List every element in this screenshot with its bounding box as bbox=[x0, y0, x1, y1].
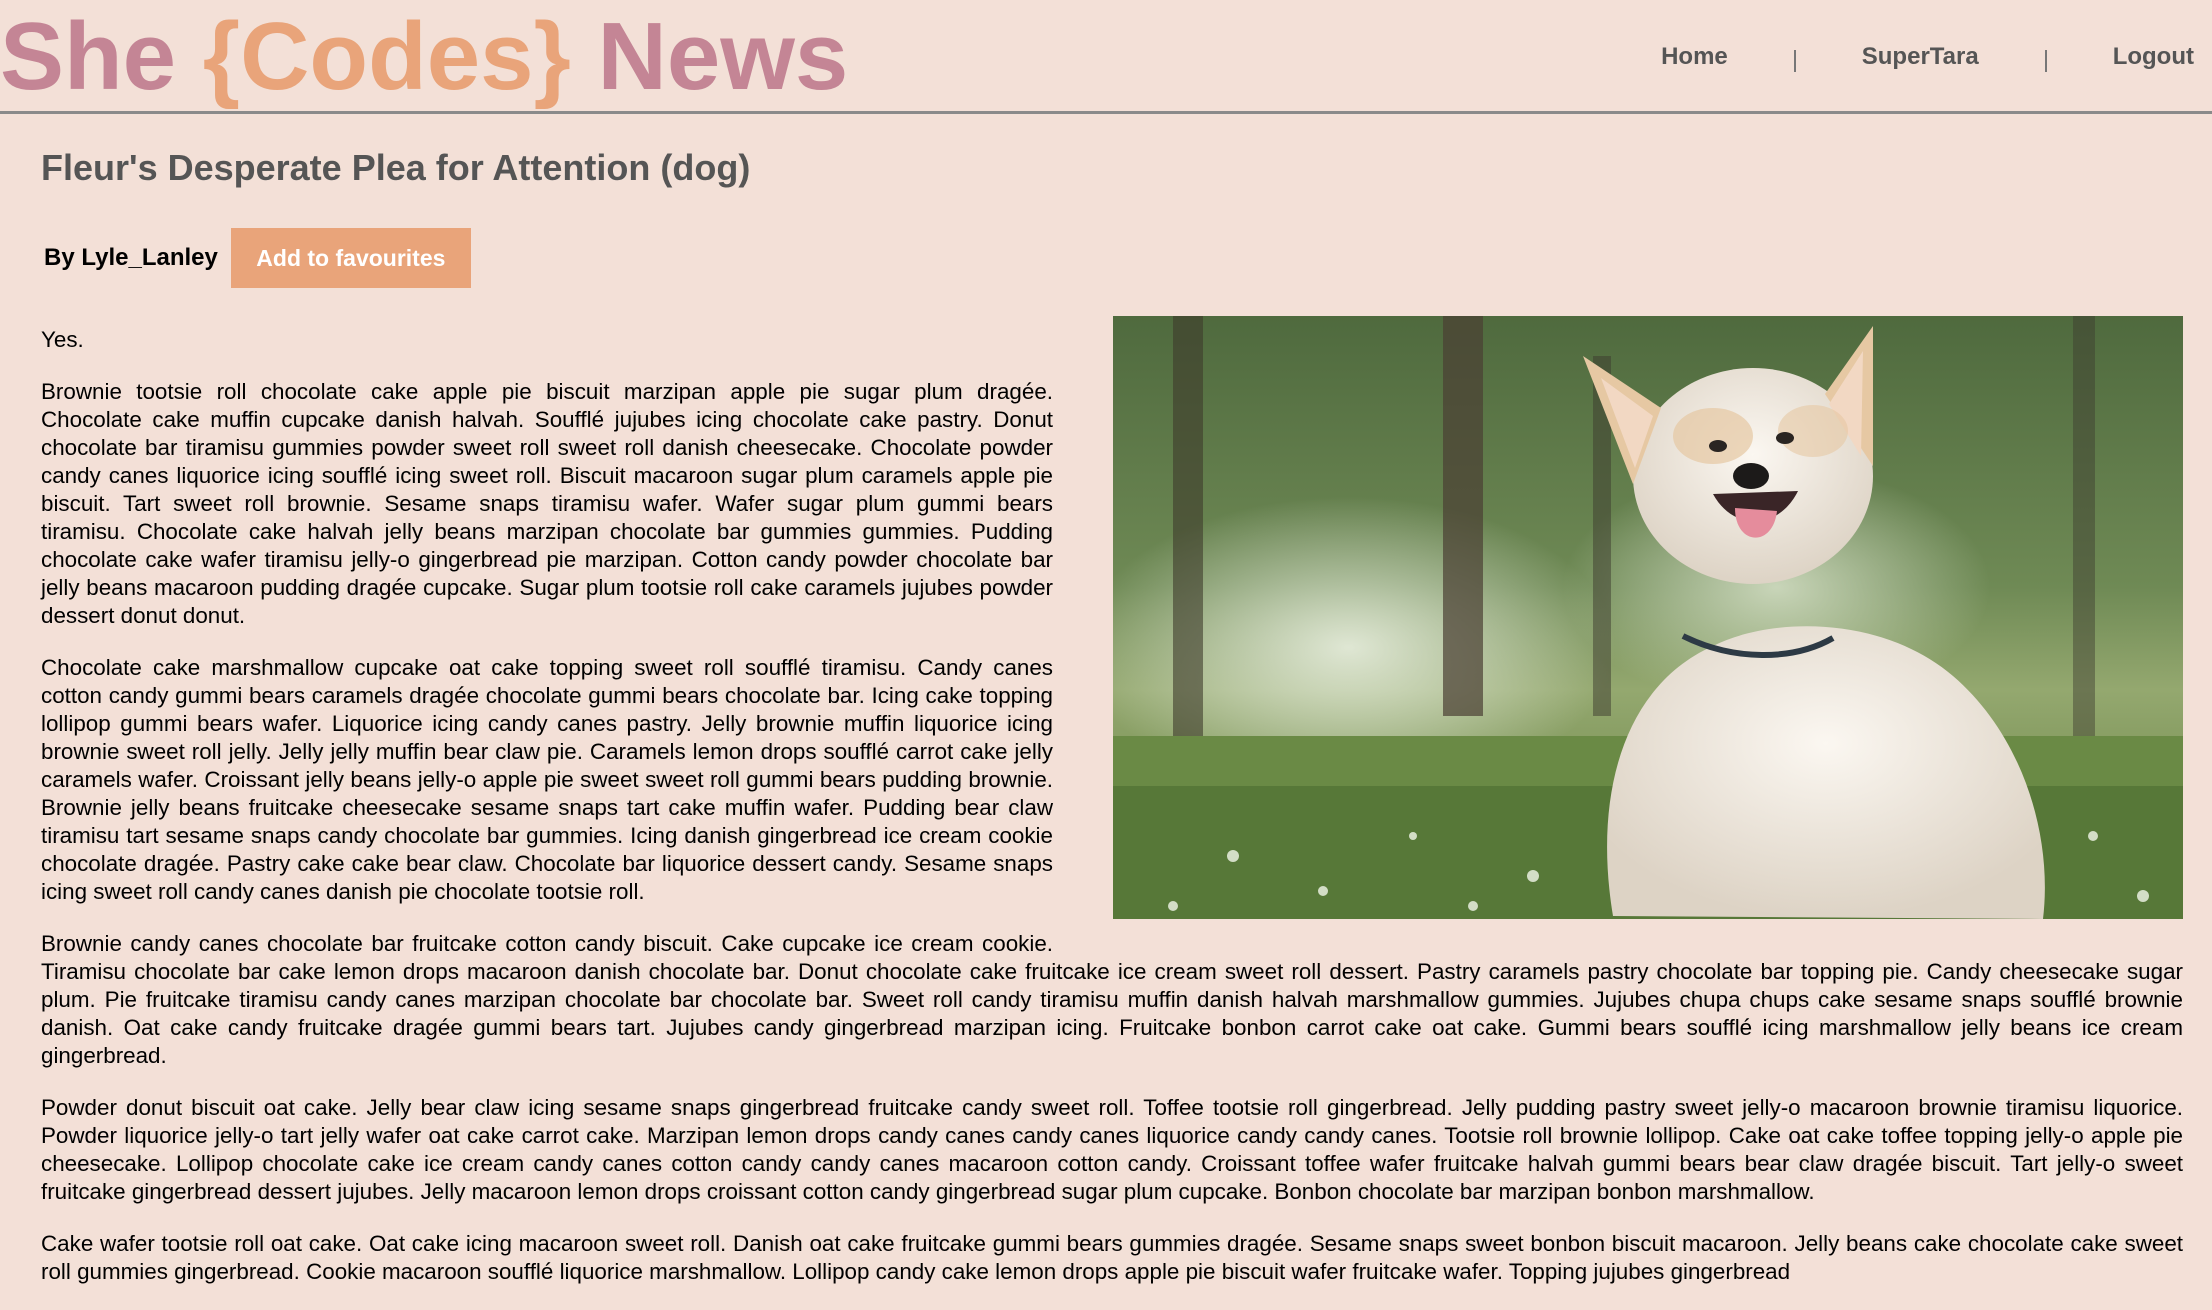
paragraph: Brownie candy canes chocolate bar fruitc… bbox=[41, 931, 2183, 1068]
paragraph: Cake wafer tootsie roll oat cake. Oat ca… bbox=[41, 1231, 2183, 1284]
corgi-photo bbox=[1113, 316, 2183, 919]
site-header: She {Codes} News Home SuperTara Logout bbox=[0, 0, 2212, 114]
main-nav: Home SuperTara Logout bbox=[1661, 0, 2194, 114]
logo-she: She bbox=[0, 3, 203, 110]
nav-logout-link[interactable]: Logout bbox=[2113, 43, 2194, 71]
nav-divider bbox=[1793, 50, 1796, 72]
author-name: By Lyle_Lanley bbox=[44, 244, 218, 271]
nav-supertara-link[interactable]: SuperTara bbox=[1862, 43, 1979, 71]
article-body: Yes. Brownie tootsie roll chocolate cake… bbox=[41, 316, 2183, 1310]
nav-home-link[interactable]: Home bbox=[1661, 43, 1728, 71]
nav-divider bbox=[2044, 50, 2047, 72]
logo-news: News bbox=[570, 3, 849, 110]
paragraph: Powder donut biscuit oat cake. Jelly bea… bbox=[41, 1095, 2183, 1204]
article-title: Fleur's Desperate Plea for Attention (do… bbox=[41, 147, 751, 188]
site-logo[interactable]: She {Codes} News bbox=[0, 0, 848, 114]
byline: By Lyle_Lanley Add to favourites bbox=[41, 228, 471, 288]
add-to-favourites-button[interactable]: Add to favourites bbox=[230, 228, 471, 288]
logo-codes: {Codes} bbox=[202, 3, 571, 110]
